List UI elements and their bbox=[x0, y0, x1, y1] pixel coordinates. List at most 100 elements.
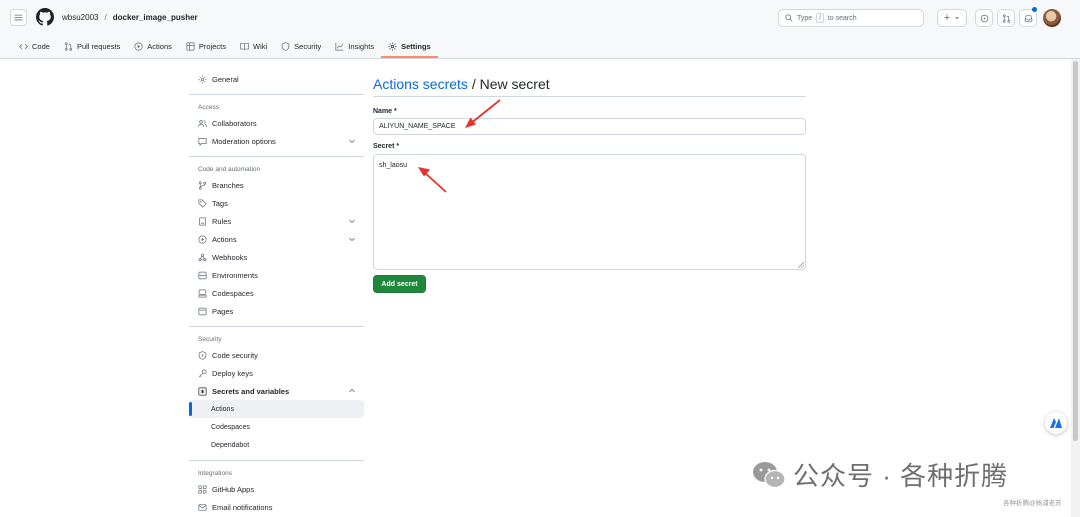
sidebar-item-environments[interactable]: Environments bbox=[189, 266, 364, 284]
key-asterisk-icon bbox=[198, 386, 207, 396]
sidebar-item-rules[interactable]: Rules bbox=[189, 212, 364, 230]
tag-icon bbox=[198, 198, 207, 208]
sidebar-item-label: Code security bbox=[212, 350, 258, 360]
sidebar-item-collaborators[interactable]: Collaborators bbox=[189, 114, 364, 132]
sidebar-item-label: Deploy keys bbox=[212, 368, 253, 378]
tab-code[interactable]: Code bbox=[12, 36, 57, 56]
chevron-down-icon bbox=[349, 237, 355, 242]
pull-request-icon bbox=[1002, 13, 1010, 23]
pull-request-icon bbox=[64, 41, 73, 51]
tab-label: Settings bbox=[401, 41, 431, 51]
floating-assistant-button[interactable] bbox=[1045, 412, 1067, 434]
sidebar-section-access: Access bbox=[198, 103, 219, 111]
issue-circle-icon bbox=[980, 14, 988, 22]
search-suffix-text: to search bbox=[827, 14, 857, 22]
graph-icon bbox=[335, 42, 344, 51]
resize-handle-icon[interactable] bbox=[798, 262, 804, 268]
annotation-arrow-icon bbox=[418, 167, 447, 193]
sidebar-item-branches[interactable]: Branches bbox=[189, 176, 364, 194]
tab-security[interactable]: Security bbox=[274, 36, 328, 56]
tab-label: Security bbox=[294, 41, 322, 51]
sidebar-item-label: Email notifications bbox=[212, 502, 273, 512]
sidebar-item-label: GitHub Apps bbox=[212, 484, 255, 494]
app-header: wbsu2003 / docker_image_pusher Type / to… bbox=[0, 0, 1080, 59]
secret-label: Secret * bbox=[373, 143, 400, 150]
sidebar-item-secrets-variables[interactable]: Secrets and variables bbox=[189, 382, 364, 400]
annotation-arrow-icon bbox=[465, 99, 501, 128]
chevron-down-icon bbox=[955, 17, 960, 20]
chevron-down-icon bbox=[349, 139, 355, 144]
plus-icon: + bbox=[943, 12, 951, 24]
github-logo-icon[interactable] bbox=[36, 8, 54, 26]
tab-projects[interactable]: Projects bbox=[179, 36, 233, 56]
sidebar-item-codespaces[interactable]: Codespaces bbox=[189, 284, 364, 302]
sidebar-item-label: Collaborators bbox=[212, 118, 257, 128]
tab-label: Projects bbox=[198, 41, 226, 51]
table-icon bbox=[186, 41, 195, 51]
sidebar-item-label: Dependabot bbox=[211, 441, 250, 449]
sidebar-item-label: Codespaces bbox=[211, 423, 250, 431]
sidebar-item-code-security[interactable]: Code security bbox=[189, 346, 364, 364]
code-icon bbox=[19, 43, 28, 49]
secret-name-input[interactable]: ALIYUN_NAME_SPACE bbox=[373, 118, 806, 135]
chevron-up-icon bbox=[349, 388, 355, 393]
play-icon bbox=[134, 41, 143, 51]
sidebar-item-label: Pages bbox=[212, 306, 234, 316]
search-prefix-text: Type bbox=[797, 14, 813, 22]
actions-secrets-link[interactable]: Actions secrets bbox=[373, 76, 468, 92]
sidebar-divider bbox=[189, 156, 364, 157]
page-scrollbar[interactable] bbox=[1071, 59, 1080, 517]
sidebar-item-label: Webhooks bbox=[212, 252, 248, 262]
sidebar-subitem-codespaces[interactable]: Codespaces bbox=[189, 418, 364, 436]
breadcrumb-repo-link[interactable]: docker_image_pusher bbox=[113, 13, 198, 22]
sidebar-item-github-apps[interactable]: GitHub Apps bbox=[189, 480, 364, 498]
tab-label: Actions bbox=[147, 41, 172, 51]
menu-button[interactable] bbox=[10, 9, 27, 26]
key-icon bbox=[198, 368, 207, 377]
sidebar-divider bbox=[189, 326, 364, 327]
sidebar-item-moderation[interactable]: Moderation options bbox=[189, 132, 364, 150]
tab-label: Insights bbox=[348, 41, 375, 51]
sidebar-item-actions[interactable]: Actions bbox=[189, 230, 364, 248]
tab-settings[interactable]: Settings bbox=[381, 36, 438, 58]
scrollbar-thumb[interactable] bbox=[1073, 61, 1078, 441]
breadcrumb-separator: / bbox=[104, 13, 107, 22]
sidebar-section-code-automation: Code and automation bbox=[198, 165, 261, 173]
apps-icon bbox=[198, 484, 207, 494]
server-icon bbox=[198, 271, 207, 279]
user-avatar[interactable] bbox=[1043, 9, 1061, 27]
secret-name-value: ALIYUN_NAME_SPACE bbox=[379, 123, 456, 130]
tab-insights[interactable]: Insights bbox=[328, 36, 381, 56]
search-input[interactable]: Type / to search bbox=[778, 9, 924, 27]
gear-icon bbox=[198, 75, 207, 83]
sidebar-item-label: Rules bbox=[212, 216, 232, 226]
secret-value-text: sh_laosu bbox=[379, 162, 408, 169]
sidebar-item-webhooks[interactable]: Webhooks bbox=[189, 248, 364, 266]
chevron-down-icon bbox=[349, 219, 355, 224]
search-icon bbox=[785, 14, 793, 22]
settings-sidebar: General Access Collaborators Moderation … bbox=[189, 70, 364, 516]
add-secret-button[interactable]: Add secret bbox=[373, 275, 426, 293]
tab-pull-requests[interactable]: Pull requests bbox=[57, 36, 127, 56]
sidebar-item-label: Secrets and variables bbox=[212, 386, 290, 396]
sidebar-item-deploy-keys[interactable]: Deploy keys bbox=[189, 364, 364, 382]
tab-actions[interactable]: Actions bbox=[127, 36, 179, 56]
sidebar-item-label: Actions bbox=[211, 405, 234, 413]
page-title-suffix: / New secret bbox=[467, 76, 550, 92]
sidebar-item-pages[interactable]: Pages bbox=[189, 302, 364, 320]
create-new-button[interactable]: + bbox=[937, 9, 967, 27]
watermark: 公众号 · 各种折腾 bbox=[751, 456, 1008, 493]
tab-label: Code bbox=[32, 41, 50, 51]
issues-button[interactable] bbox=[975, 9, 993, 27]
sidebar-subitem-actions[interactable]: Actions bbox=[189, 400, 364, 418]
branch-icon bbox=[198, 180, 207, 190]
breadcrumb-owner-link[interactable]: wbsu2003 bbox=[62, 13, 98, 22]
sidebar-item-general[interactable]: General bbox=[189, 70, 364, 88]
sidebar-item-email-notifications[interactable]: Email notifications bbox=[189, 498, 364, 516]
tab-wiki[interactable]: Wiki bbox=[233, 36, 274, 56]
pull-requests-button[interactable] bbox=[997, 9, 1015, 27]
sidebar-subitem-dependabot[interactable]: Dependabot bbox=[189, 436, 364, 454]
sidebar-item-tags[interactable]: Tags bbox=[189, 194, 364, 212]
shield-icon bbox=[281, 41, 290, 51]
title-divider bbox=[373, 96, 806, 97]
